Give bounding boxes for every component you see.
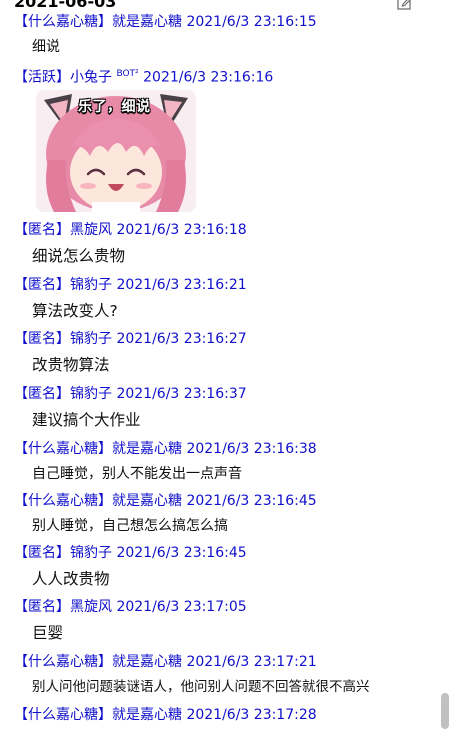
message-text: 算法改变人? bbox=[32, 302, 118, 320]
message-time: 2021/6/3 23:16:16 bbox=[143, 69, 274, 86]
message-time: 2021/6/3 23:16:45 bbox=[186, 493, 317, 509]
sender-name[interactable]: 锦豹子 bbox=[70, 331, 112, 347]
message-text: 自己睡觉，别人不能发出一点声音 bbox=[32, 466, 242, 482]
member-tag: 【什么嘉心糖】 bbox=[14, 441, 112, 457]
message-meta: 【匿名】锦豹子 2021/6/3 23:16:21 bbox=[14, 276, 247, 294]
sender-name[interactable]: 就是嘉心糖 bbox=[112, 707, 182, 723]
message-meta: 【什么嘉心糖】就是嘉心糖 2021/6/3 23:16:15 bbox=[14, 13, 317, 31]
message-time: 2021/6/3 23:16:45 bbox=[116, 545, 247, 561]
member-tag: 【匿名】 bbox=[14, 331, 70, 347]
member-tag: 【什么嘉心糖】 bbox=[14, 493, 112, 509]
sticker-caption: 乐了，细说 bbox=[78, 99, 151, 115]
message-meta: 【匿名】锦豹子 2021/6/3 23:16:27 bbox=[14, 330, 247, 348]
message-time: 2021/6/3 23:17:05 bbox=[116, 599, 247, 615]
message-time: 2021/6/3 23:16:38 bbox=[186, 441, 317, 457]
bot-badge: BOT² bbox=[116, 69, 139, 79]
message-text: 细说怎么贵物 bbox=[32, 247, 126, 265]
sender-name[interactable]: 锦豹子 bbox=[70, 545, 112, 561]
message-meta: 【什么嘉心糖】就是嘉心糖 2021/6/3 23:16:45 bbox=[14, 492, 317, 510]
message-text: 别人睡觉，自己想怎么搞怎么搞 bbox=[32, 518, 228, 534]
sender-name[interactable]: 锦豹子 bbox=[70, 277, 112, 293]
sticker-image[interactable]: 乐了，细说 bbox=[36, 90, 196, 212]
member-tag: 【匿名】 bbox=[14, 277, 70, 293]
sender-name[interactable]: 就是嘉心糖 bbox=[112, 654, 182, 670]
message-time: 2021/6/3 23:16:27 bbox=[116, 331, 247, 347]
member-tag: 【匿名】 bbox=[14, 599, 70, 615]
message-meta: 【什么嘉心糖】就是嘉心糖 2021/6/3 23:17:28 bbox=[14, 706, 317, 724]
message-time: 2021/6/3 23:16:15 bbox=[186, 14, 317, 30]
sender-name[interactable]: 黑旋风 bbox=[70, 222, 112, 238]
sender-name[interactable]: 就是嘉心糖 bbox=[112, 14, 182, 30]
message-text: 细说 bbox=[32, 39, 60, 55]
message-meta: 【匿名】黑旋风 2021/6/3 23:16:18 bbox=[14, 221, 247, 239]
message-meta: 【匿名】黑旋风 2021/6/3 23:17:05 bbox=[14, 598, 247, 616]
edit-icon[interactable] bbox=[397, 0, 413, 10]
message-meta: 【匿名】锦豹子 2021/6/3 23:16:45 bbox=[14, 544, 247, 562]
message-text: 巨婴 bbox=[32, 624, 64, 642]
scrollbar-thumb[interactable] bbox=[441, 693, 449, 729]
member-tag: 【什么嘉心糖】 bbox=[14, 707, 112, 723]
message-text: 人人改贵物 bbox=[32, 570, 110, 588]
message-time: 2021/6/3 23:17:21 bbox=[186, 654, 317, 670]
message-meta: 【活跃】小兔子 BOT² 2021/6/3 23:16:16 bbox=[14, 65, 273, 87]
sender-name[interactable]: 就是嘉心糖 bbox=[112, 493, 182, 509]
message-text: 改贵物算法 bbox=[32, 356, 110, 374]
member-tag: 【匿名】 bbox=[14, 545, 70, 561]
member-tag: 【什么嘉心糖】 bbox=[14, 14, 112, 30]
message-time: 2021/6/3 23:16:21 bbox=[116, 277, 247, 293]
sender-name[interactable]: 就是嘉心糖 bbox=[112, 441, 182, 457]
message-text: 建议搞个大作业 bbox=[32, 411, 141, 429]
message-time: 2021/6/3 23:16:18 bbox=[116, 222, 247, 238]
scrollbar[interactable] bbox=[438, 0, 450, 736]
member-tag: 【活跃】 bbox=[14, 69, 70, 86]
member-tag: 【匿名】 bbox=[14, 386, 70, 402]
chat-header: 2021-06-03 bbox=[0, 0, 450, 14]
message-time: 2021/6/3 23:17:28 bbox=[186, 707, 317, 723]
member-tag: 【什么嘉心糖】 bbox=[14, 654, 112, 670]
chat-date: 2021-06-03 bbox=[14, 0, 117, 11]
sender-name[interactable]: 锦豹子 bbox=[70, 386, 112, 402]
sender-name[interactable]: 小兔子 bbox=[70, 70, 112, 86]
message-meta: 【什么嘉心糖】就是嘉心糖 2021/6/3 23:16:38 bbox=[14, 440, 317, 458]
sender-name[interactable]: 黑旋风 bbox=[70, 599, 112, 615]
member-tag: 【匿名】 bbox=[14, 222, 70, 238]
message-text: 别人问他问题装谜语人，他问别人问题不回答就很不高兴 bbox=[32, 679, 370, 695]
message-meta: 【匿名】锦豹子 2021/6/3 23:16:37 bbox=[14, 385, 247, 403]
message-meta: 【什么嘉心糖】就是嘉心糖 2021/6/3 23:17:21 bbox=[14, 653, 317, 671]
message-time: 2021/6/3 23:16:37 bbox=[116, 386, 247, 402]
